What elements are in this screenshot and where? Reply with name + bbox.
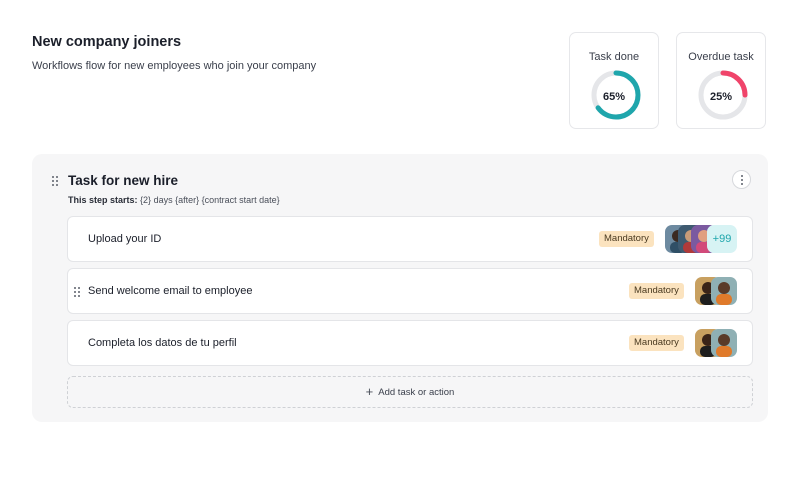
task-label: Send welcome email to employee	[88, 285, 253, 297]
assignee-avatars[interactable]	[695, 329, 737, 357]
step-start-detail: {2} days {after} {contract start date}	[140, 195, 280, 205]
assignee-avatars[interactable]: +99	[665, 225, 737, 253]
task-row[interactable]: Send welcome email to employee Mandatory	[67, 268, 753, 314]
kpi-card-task-done: Task done 65%	[569, 32, 659, 129]
assignee-avatars[interactable]	[695, 277, 737, 305]
mandatory-badge: Mandatory	[629, 283, 684, 299]
task-row[interactable]: Upload your ID Mandatory +99	[67, 216, 753, 262]
add-task-button[interactable]: + Add task or action	[67, 376, 753, 408]
kpi-value: 65%	[602, 91, 626, 103]
page-subtitle: Workflows flow for new employees who joi…	[32, 60, 317, 72]
task-label: Upload your ID	[88, 233, 162, 245]
drag-handle-icon[interactable]	[74, 287, 80, 297]
kpi-value: 25%	[709, 91, 733, 103]
plus-icon: +	[365, 384, 374, 399]
kpi-label: Overdue task	[688, 51, 754, 63]
drag-handle-icon[interactable]	[52, 176, 58, 186]
task-row[interactable]: Completa los datos de tu perfil Mandator…	[67, 320, 753, 366]
more-options-icon[interactable]	[732, 170, 751, 189]
mandatory-badge: Mandatory	[599, 231, 654, 247]
more-assignees-count[interactable]: +99	[707, 225, 737, 253]
avatar	[711, 329, 737, 357]
workflow-step-card: Task for new hire This step starts: {2} …	[32, 154, 768, 422]
kpi-card-overdue-task: Overdue task 25%	[676, 32, 766, 129]
step-start-text: This step starts: {2} days {after} {cont…	[68, 195, 280, 205]
step-start-label: This step starts:	[68, 195, 138, 205]
section-title: Task for new hire	[68, 173, 179, 188]
page-title: New company joiners	[32, 34, 182, 50]
kpi-label: Task done	[588, 51, 640, 63]
mandatory-badge: Mandatory	[629, 335, 684, 351]
avatar	[711, 277, 737, 305]
task-label: Completa los datos de tu perfil	[88, 337, 237, 349]
add-task-label: Add task or action	[378, 387, 455, 398]
page-header: New company joiners Workflows flow for n…	[32, 34, 316, 72]
